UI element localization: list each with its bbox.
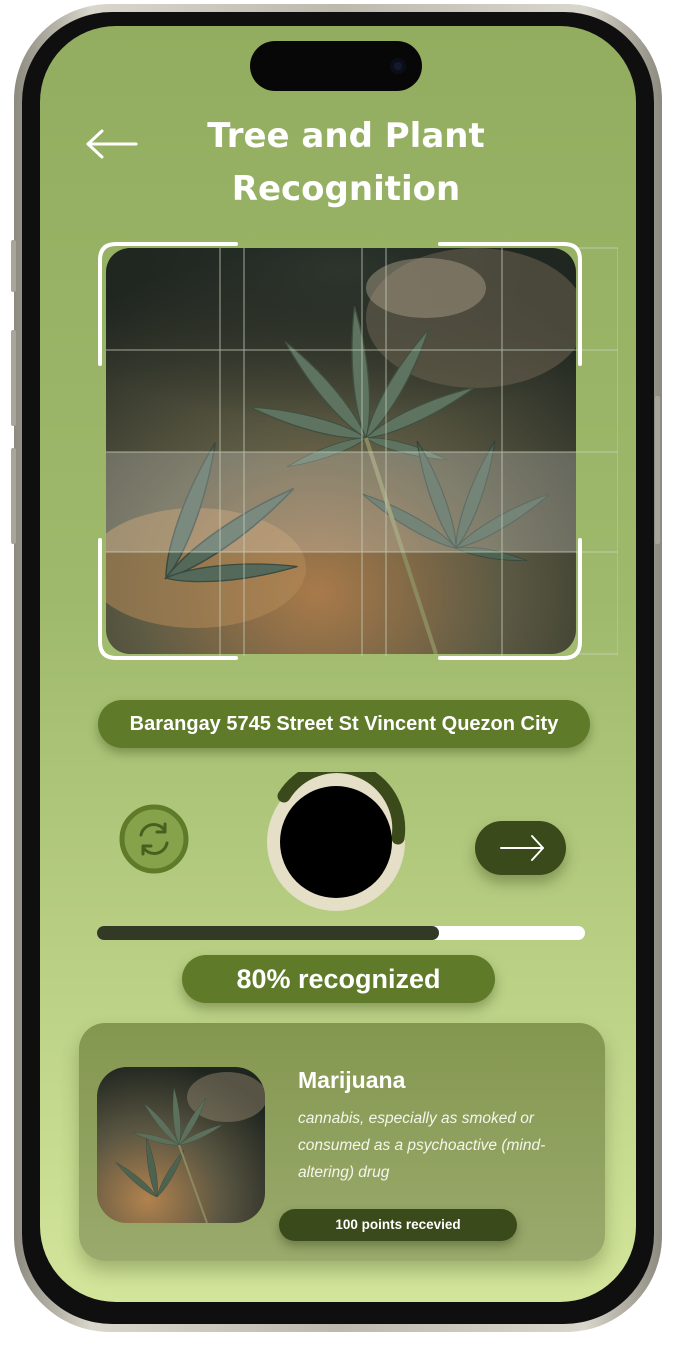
recognition-progress-fill [97, 926, 439, 940]
arrow-left-icon [86, 129, 138, 159]
cannabis-leaves-photo [106, 248, 576, 654]
volume-up-button [11, 330, 16, 426]
volume-down-button [11, 448, 16, 544]
camera-switch-icon [119, 804, 189, 874]
title-line-2: Recognition [231, 169, 461, 209]
shutter-button [267, 760, 406, 911]
location-label: Barangay 5745 Street St Vincent Quezon C… [98, 700, 590, 748]
plant-name: Marijuana [298, 1067, 406, 1093]
dynamic-island [250, 41, 422, 91]
front-camera-icon [390, 58, 406, 74]
result-card[interactable]: Marijuana cannabis, especially as smoked… [79, 1023, 605, 1261]
scanned-plant-image [106, 248, 576, 654]
result-thumbnail [97, 1067, 265, 1223]
switch-camera-button[interactable] [119, 804, 189, 874]
recognition-status: 80% recognized [182, 955, 495, 1003]
arrow-right-icon [500, 835, 544, 861]
cannabis-thumbnail-image [97, 1067, 265, 1223]
camera-viewfinder[interactable] [98, 242, 618, 662]
capture-button[interactable] [266, 760, 406, 912]
title-line-1: Tree and Plant [207, 116, 485, 156]
plant-description: cannabis, especially as smoked or consum… [298, 1110, 546, 1181]
page-title: Tree and Plant Recognition [140, 110, 552, 216]
back-button[interactable] [84, 126, 140, 162]
recognition-progress-bar [97, 926, 585, 940]
app-screen: Tree and Plant Recognition Barangay 5745… [40, 26, 636, 1302]
points-badge: 100 points recevied [279, 1209, 517, 1241]
action-button [11, 240, 16, 292]
next-button[interactable] [475, 821, 566, 875]
power-button [655, 396, 660, 544]
